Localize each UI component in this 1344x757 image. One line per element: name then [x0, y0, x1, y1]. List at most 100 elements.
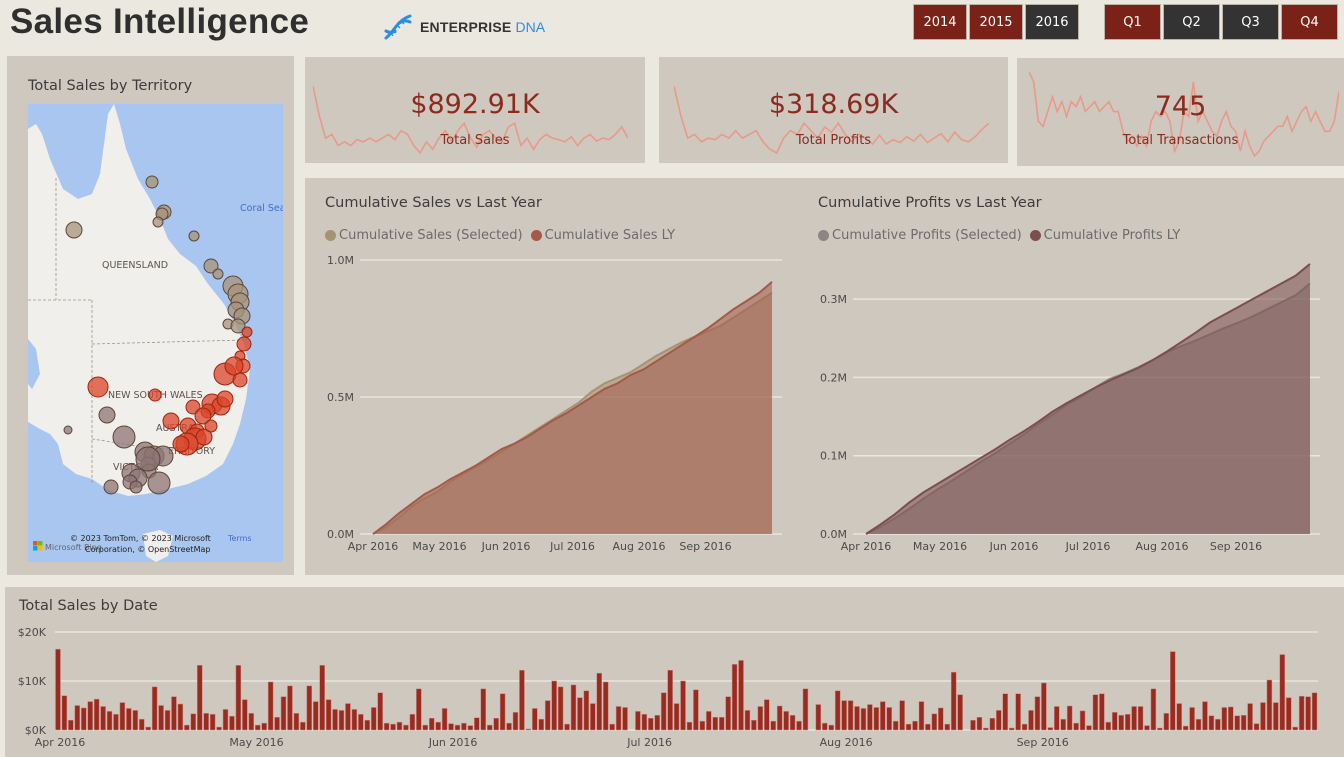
- bar[interactable]: [332, 709, 338, 731]
- bar[interactable]: [822, 722, 828, 731]
- bar[interactable]: [983, 727, 989, 731]
- bar[interactable]: [1002, 693, 1008, 731]
- bar[interactable]: [1047, 727, 1054, 731]
- bar[interactable]: [190, 713, 197, 731]
- bar[interactable]: [1092, 694, 1099, 731]
- bar[interactable]: [718, 717, 725, 731]
- bar[interactable]: [925, 723, 931, 731]
- legend-item[interactable]: Cumulative Profits LY: [1029, 228, 1180, 243]
- year-button-2016[interactable]: 2016: [1025, 4, 1079, 40]
- legend-item[interactable]: Cumulative Sales (Selected): [325, 228, 523, 243]
- bar[interactable]: [899, 700, 905, 731]
- bar[interactable]: [706, 711, 712, 731]
- bar[interactable]: [615, 706, 622, 731]
- bar[interactable]: [287, 685, 293, 731]
- cumulative-sales-chart[interactable]: 0.0M0.5M1.0MApr 2016 May 2016 Jun 2016 Jul …: [305, 248, 805, 568]
- bar[interactable]: [74, 705, 81, 731]
- bar[interactable]: [493, 717, 499, 731]
- bar[interactable]: [61, 695, 68, 731]
- bar[interactable]: [686, 721, 693, 731]
- bar[interactable]: [274, 717, 280, 731]
- bar[interactable]: [145, 726, 151, 731]
- territory-bubble[interactable]: [135, 446, 161, 472]
- bar[interactable]: [81, 707, 87, 731]
- bar[interactable]: [1124, 714, 1131, 731]
- bar[interactable]: [293, 713, 300, 731]
- bar[interactable]: [738, 660, 744, 731]
- territory-bubble[interactable]: [152, 216, 164, 228]
- bar[interactable]: [725, 696, 731, 731]
- bar[interactable]: [422, 724, 428, 731]
- bar[interactable]: [319, 665, 325, 731]
- bar[interactable]: [371, 707, 377, 731]
- territory-bubble[interactable]: [129, 480, 143, 494]
- bar[interactable]: [158, 705, 164, 731]
- bar[interactable]: [1195, 718, 1202, 731]
- year-button-2014[interactable]: 2014: [913, 4, 967, 40]
- territory-map[interactable]: QUEENSLAND NEW SOUTH WALES AUSTRA ERRITO…: [28, 104, 283, 562]
- bar[interactable]: [938, 707, 944, 731]
- bar[interactable]: [1234, 715, 1240, 731]
- territory-bubble[interactable]: [145, 175, 159, 189]
- bar[interactable]: [712, 717, 718, 731]
- bar[interactable]: [905, 723, 912, 731]
- bar[interactable]: [886, 707, 892, 731]
- legend-item[interactable]: Cumulative Sales LY: [530, 228, 675, 243]
- territory-bubble[interactable]: [172, 435, 190, 453]
- bar[interactable]: [100, 706, 106, 731]
- bar[interactable]: [364, 719, 370, 731]
- bar[interactable]: [403, 724, 409, 731]
- bar[interactable]: [1099, 693, 1105, 731]
- bar[interactable]: [1215, 718, 1221, 731]
- bar[interactable]: [248, 713, 255, 731]
- bar[interactable]: [834, 690, 841, 731]
- bar[interactable]: [68, 719, 74, 731]
- bar[interactable]: [802, 688, 809, 731]
- bar[interactable]: [815, 704, 822, 731]
- bar[interactable]: [345, 703, 351, 731]
- bar[interactable]: [673, 703, 680, 731]
- bar[interactable]: [1240, 715, 1247, 731]
- bar[interactable]: [235, 665, 242, 731]
- bar[interactable]: [867, 704, 873, 731]
- bar[interactable]: [654, 715, 660, 731]
- territory-bubble[interactable]: [148, 388, 162, 402]
- territory-bubble[interactable]: [87, 376, 109, 398]
- bar[interactable]: [1054, 706, 1060, 731]
- bar[interactable]: [660, 692, 667, 731]
- territory-bubble[interactable]: [103, 479, 119, 495]
- bar[interactable]: [1279, 654, 1286, 731]
- bar[interactable]: [970, 719, 976, 731]
- bar[interactable]: [1144, 725, 1150, 731]
- bar[interactable]: [989, 717, 996, 731]
- bar[interactable]: [409, 714, 416, 731]
- bar[interactable]: [764, 699, 770, 731]
- bar[interactable]: [1150, 688, 1157, 731]
- bar[interactable]: [177, 703, 184, 731]
- bar[interactable]: [1021, 723, 1028, 731]
- territory-bubble[interactable]: [65, 221, 83, 239]
- bar[interactable]: [828, 724, 834, 731]
- bar[interactable]: [1228, 706, 1234, 731]
- bar[interactable]: [1221, 707, 1228, 731]
- bar[interactable]: [106, 711, 113, 731]
- bar[interactable]: [1105, 721, 1112, 731]
- cumulative-profits-chart[interactable]: 0.0M0.1M0.2M0.3MApr 2016 May 2016 Jun 2016…: [800, 248, 1344, 568]
- bar[interactable]: [847, 700, 854, 731]
- bar[interactable]: [757, 706, 764, 731]
- bar[interactable]: [306, 685, 313, 731]
- bar[interactable]: [770, 720, 776, 731]
- bar[interactable]: [209, 714, 216, 731]
- bar[interactable]: [454, 724, 461, 731]
- bar[interactable]: [880, 701, 886, 731]
- bar[interactable]: [796, 720, 802, 731]
- territory-bubble[interactable]: [232, 372, 248, 388]
- bar[interactable]: [222, 709, 229, 731]
- bar[interactable]: [577, 697, 583, 731]
- bar[interactable]: [280, 696, 287, 731]
- bar[interactable]: [776, 705, 783, 731]
- quarter-button-q3[interactable]: Q3: [1222, 4, 1279, 40]
- bar[interactable]: [435, 721, 441, 731]
- bar[interactable]: [918, 701, 925, 731]
- bar[interactable]: [693, 689, 699, 731]
